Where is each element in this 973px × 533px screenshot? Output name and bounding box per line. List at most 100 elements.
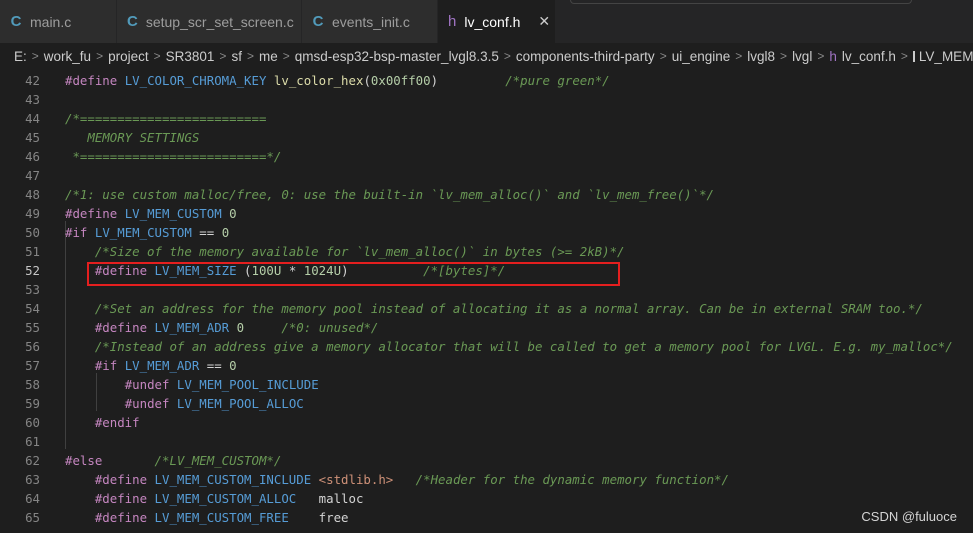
tab-setup-scr-set-screen-c[interactable]: C setup_scr_set_screen.c — [117, 0, 302, 43]
code-token: LV_MEM_CUSTOM_INCLUDE — [154, 472, 312, 487]
code-token: LV_MEM_CUSTOM_FREE — [154, 510, 289, 525]
code-text: /*Instead of an address give a memory al… — [65, 337, 953, 356]
code-text: *=========================*/ — [65, 147, 281, 166]
line-number: 49 — [25, 206, 40, 221]
code-line[interactable]: 64 #define LV_MEM_CUSTOM_ALLOC malloc — [0, 489, 973, 508]
chevron-right-icon: > — [96, 49, 104, 63]
line-number: 64 — [25, 491, 40, 506]
code-line[interactable]: 65 #define LV_MEM_CUSTOM_FREE free — [0, 508, 973, 527]
code-line[interactable]: 48 /*1: use custom malloc/free, 0: use th… — [0, 185, 973, 204]
code-token: LV_MEM_CUSTOM — [124, 206, 222, 221]
watermark: CSDN @fuluoce — [861, 509, 957, 524]
tab-events-init-c[interactable]: C events_init.c — [302, 0, 438, 43]
line-number: 59 — [25, 396, 40, 411]
breadcrumb-item[interactable]: components-third-party — [516, 49, 655, 64]
code-text: #define LV_MEM_CUSTOM_INCLUDE <stdlib.h>… — [65, 470, 729, 489]
code-line[interactable]: 44 /*========================= — [0, 109, 973, 128]
code-token: /*[bytes]*/ — [423, 263, 506, 278]
chevron-right-icon: > — [246, 49, 254, 63]
tab-label: setup_scr_set_screen.c — [145, 13, 294, 30]
code-token: LV_MEM_CUSTOM — [94, 225, 192, 240]
code-line[interactable]: 50 #if LV_MEM_CUSTOM == 0 — [0, 223, 973, 242]
code-line[interactable]: 57 #if LV_MEM_ADR == 0 — [0, 356, 973, 375]
code-text: #define LV_MEM_SIZE (100U * 1024U) /*[by… — [65, 261, 505, 280]
code-line[interactable]: 46 *=========================*/ — [0, 147, 973, 166]
code-token: /*========================= — [65, 111, 267, 126]
code-line[interactable]: 61 — [0, 432, 973, 451]
breadcrumb-item[interactable]: me — [259, 49, 278, 64]
code-line[interactable]: 43 — [0, 90, 973, 109]
code-line[interactable]: 54 /*Set an address for the memory pool … — [0, 299, 973, 318]
tab-lv-conf-h[interactable]: h lv_conf.h ✕ — [438, 0, 556, 43]
code-line[interactable]: 45 MEMORY SETTINGS — [0, 128, 973, 147]
code-token: #else — [65, 453, 103, 468]
code-token: ( — [236, 263, 252, 278]
code-token: 100U — [251, 263, 282, 278]
code-token: #undef — [124, 377, 170, 392]
close-icon[interactable]: ✕ — [538, 13, 550, 30]
tab-main-c[interactable]: C main.c — [0, 0, 117, 43]
code-token: #undef — [124, 396, 170, 411]
code-token: MEMORY SETTINGS — [65, 130, 200, 145]
line-number: 53 — [25, 282, 40, 297]
code-token: == — [199, 358, 230, 373]
code-line[interactable]: 47 — [0, 166, 973, 185]
breadcrumb-item[interactable]: work_fu — [44, 49, 91, 64]
code-line[interactable]: 49 #define LV_MEM_CUSTOM 0 — [0, 204, 973, 223]
code-line[interactable]: 62 #else /*LV_MEM_CUSTOM*/ — [0, 451, 973, 470]
breadcrumb-item[interactable]: project — [108, 49, 149, 64]
code-token: #endif — [94, 415, 140, 430]
c-file-icon: C — [312, 13, 324, 30]
code-token: /*0: unused*/ — [281, 320, 379, 335]
code-token: LV_MEM_ADR — [154, 320, 230, 335]
code-line[interactable]: 53 — [0, 280, 973, 299]
code-line[interactable]: 42 #define LV_COLOR_CHROMA_KEY lv_color_h… — [0, 71, 973, 90]
code-editor[interactable]: 42 #define LV_COLOR_CHROMA_KEY lv_color_h… — [0, 69, 973, 533]
editor-tab-bar: C main.c C setup_scr_set_screen.c C even… — [0, 0, 973, 43]
code-line[interactable]: 51 /*Size of the memory available for `l… — [0, 242, 973, 261]
tab-label: events_init.c — [332, 13, 410, 30]
breadcrumb-item[interactable]: ui_engine — [672, 49, 731, 64]
breadcrumb-item[interactable]: lvgl — [792, 49, 812, 64]
code-text: #define LV_MEM_CUSTOM_ALLOC malloc — [65, 489, 364, 508]
code-text: #if LV_MEM_ADR == 0 — [65, 356, 237, 375]
code-token: LV_MEM_POOL_INCLUDE — [176, 377, 319, 392]
header-file-icon: h — [829, 48, 837, 64]
breadcrumb-item[interactable]: LV_MEM_SIZE — [919, 49, 973, 64]
code-line[interactable]: 59 #undef LV_MEM_POOL_ALLOC — [0, 394, 973, 413]
code-token: 0 — [229, 358, 237, 373]
code-line[interactable]: 55 #define LV_MEM_ADR 0 /*0: unused*/ — [0, 318, 973, 337]
code-token: lv_color_hex — [273, 73, 364, 88]
chevron-right-icon: > — [780, 49, 788, 63]
breadcrumb-item[interactable]: E: — [14, 49, 27, 64]
code-text: #endif — [65, 413, 140, 432]
breadcrumb-item[interactable]: qmsd-esp32-bsp-master_lvgl8.3.5 — [295, 49, 499, 64]
chevron-right-icon: > — [31, 49, 39, 63]
breadcrumb-item[interactable]: lvgl8 — [747, 49, 775, 64]
chevron-right-icon: > — [219, 49, 227, 63]
code-line[interactable]: 60 #endif — [0, 413, 973, 432]
code-line[interactable]: 52 #define LV_MEM_SIZE (100U * 1024U) /*… — [0, 261, 973, 280]
code-line[interactable]: 58 #undef LV_MEM_POOL_INCLUDE — [0, 375, 973, 394]
code-line[interactable]: 63 #define LV_MEM_CUSTOM_INCLUDE <stdlib… — [0, 470, 973, 489]
line-number: 43 — [25, 92, 40, 107]
line-number: 47 — [25, 168, 40, 183]
code-text: #define LV_MEM_CUSTOM 0 — [65, 204, 237, 223]
breadcrumb-item[interactable]: sf — [231, 49, 242, 64]
breadcrumb-item[interactable]: lv_conf.h — [842, 49, 896, 64]
breadcrumb-item[interactable]: SR3801 — [166, 49, 215, 64]
line-number: 58 — [25, 377, 40, 392]
code-line[interactable]: 56 /*Instead of an address give a memory… — [0, 337, 973, 356]
code-token: /*Set an address for the memory pool ins… — [94, 301, 923, 316]
